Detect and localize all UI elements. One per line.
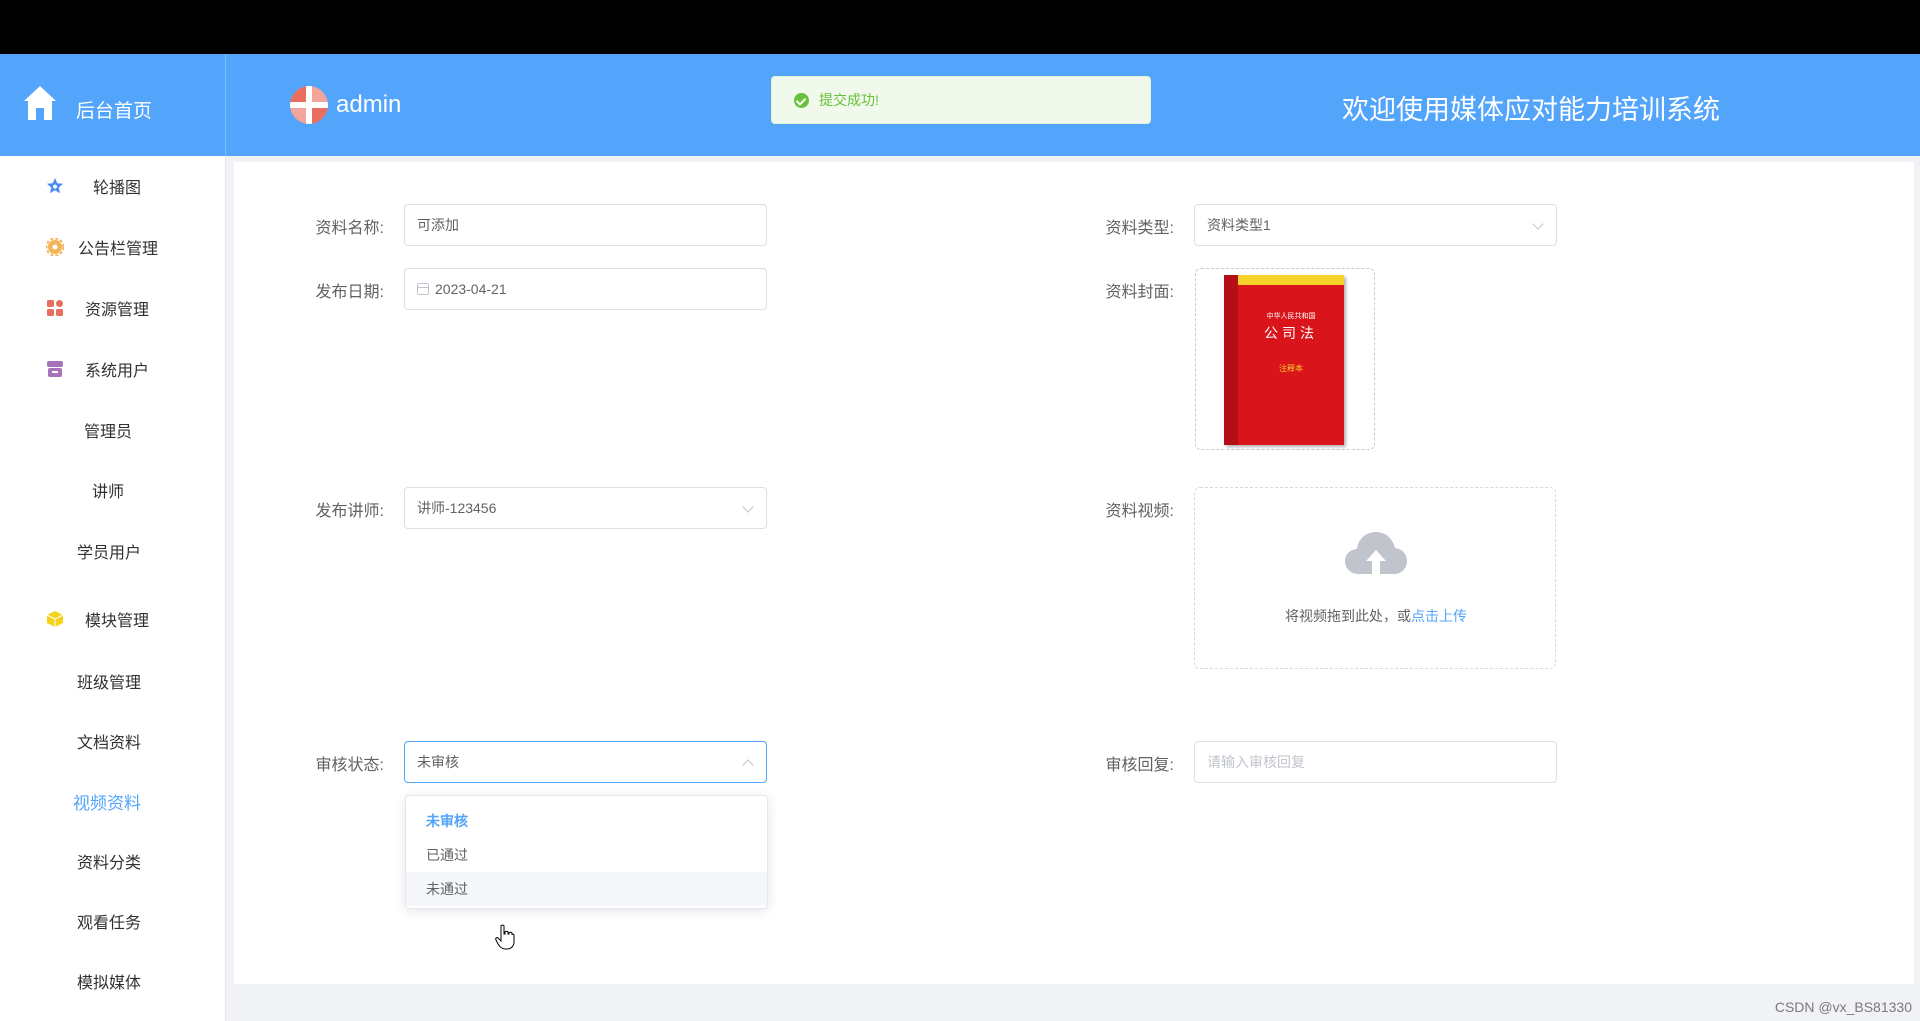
brand-label: 后台首页 (76, 101, 153, 122)
app: 后台首页 admin 提交成功! 欢迎使用媒体应对能力培训系统 轮播图 公告栏管… (0, 54, 1920, 1021)
sidebar-item-notice[interactable]: 公告栏管理 (0, 227, 226, 267)
teacher-select[interactable]: 讲师-123456 (404, 487, 767, 529)
cloud-upload-icon (1345, 532, 1407, 574)
video-label: 资料视频: (1105, 503, 1174, 520)
user-name: admin (336, 91, 402, 118)
date-value: 2023-04-21 (435, 281, 507, 297)
home-icon (24, 86, 56, 120)
sidebar-item-teacher[interactable]: 讲师 (0, 470, 226, 510)
sidebar-item-label: 管理员 (84, 424, 133, 441)
reply-input[interactable]: 请输入审核回复 (1194, 741, 1557, 783)
sidebar: 轮播图 公告栏管理 资源管理 系统用户 管理员 讲师 学员用户 模块管理 班级管… (0, 156, 226, 1021)
chevron-down-icon (1532, 218, 1544, 230)
type-select[interactable]: 资料类型1 (1194, 204, 1557, 246)
reply-placeholder: 请输入审核回复 (1207, 754, 1305, 770)
sidebar-item-label: 视频资料 (73, 793, 141, 813)
brand-home-link[interactable]: 后台首页 (0, 54, 226, 156)
status-option[interactable]: 已通过 (406, 838, 767, 872)
sidebar-item-label: 资源管理 (85, 302, 150, 319)
black-bar (0, 0, 1920, 54)
sidebar-item-media[interactable]: 模拟媒体 (0, 961, 226, 1001)
teacher-value: 讲师-123456 (417, 500, 497, 516)
name-input[interactable]: 可添加 (404, 204, 767, 246)
calendar-icon (417, 283, 429, 295)
status-value: 未审核 (417, 754, 459, 770)
user-menu[interactable]: admin (290, 84, 401, 126)
sidebar-item-label: 公告栏管理 (78, 241, 159, 258)
status-option[interactable]: 未审核 (406, 804, 767, 838)
sidebar-item-label: 学员用户 (77, 545, 142, 562)
avatar (290, 86, 328, 124)
sidebar-item-system-users[interactable]: 系统用户 (0, 349, 226, 389)
toast-text: 提交成功! (819, 92, 879, 108)
cover-uploader[interactable]: 中华人民共和国 公司法 注释本 (1195, 268, 1375, 450)
sidebar-item-classes[interactable]: 班级管理 (0, 661, 226, 701)
watermark: CSDN @vx_BS81330 (1774, 999, 1912, 1015)
name-label: 资料名称: (315, 220, 384, 237)
check-icon (794, 92, 809, 108)
sidebar-item-resources[interactable]: 资源管理 (0, 288, 226, 328)
sidebar-item-label: 讲师 (92, 484, 125, 501)
date-label: 发布日期: (315, 284, 384, 301)
status-dropdown: 未审核 已通过 未通过 (405, 795, 768, 909)
star-icon (47, 178, 63, 194)
date-picker[interactable]: 2023-04-21 (404, 268, 767, 310)
book-title: 公司法 (1264, 325, 1318, 341)
upload-hint-text: 将视频拖到此处，或 (1285, 608, 1411, 624)
book-top-text: 中华人民共和国 (1266, 313, 1316, 320)
sidebar-item-documents[interactable]: 文档资料 (0, 721, 226, 761)
cover-image: 中华人民共和国 公司法 注释本 (1224, 275, 1344, 445)
status-option[interactable]: 未通过 (406, 872, 767, 906)
sidebar-item-categories[interactable]: 资料分类 (0, 841, 226, 881)
chevron-down-icon (742, 501, 754, 513)
sidebar-item-students[interactable]: 学员用户 (0, 531, 226, 571)
sidebar-item-label: 班级管理 (77, 675, 142, 692)
sidebar-item-label: 系统用户 (85, 363, 150, 380)
upload-hint: 将视频拖到此处，或点击上传 (1195, 606, 1557, 626)
book-subtitle: 注释本 (1279, 364, 1303, 373)
sidebar-item-admin[interactable]: 管理员 (0, 410, 226, 450)
header: 后台首页 admin 提交成功! 欢迎使用媒体应对能力培训系统 (0, 54, 1920, 156)
main-form-panel: 资料名称: 可添加 资料类型: 资料类型1 发布日期: 2023-04-21 资… (234, 162, 1914, 984)
success-toast: 提交成功! (771, 76, 1151, 124)
sidebar-item-carousel[interactable]: 轮播图 (0, 166, 226, 206)
status-select[interactable]: 未审核 (404, 741, 767, 783)
box-icon (47, 361, 63, 377)
cover-label: 资料封面: (1105, 284, 1174, 301)
sidebar-item-label: 文档资料 (77, 735, 142, 752)
sidebar-item-tasks[interactable]: 观看任务 (0, 901, 226, 941)
upload-link[interactable]: 点击上传 (1411, 608, 1467, 624)
sidebar-item-label: 观看任务 (77, 915, 142, 932)
sidebar-item-videos[interactable]: 视频资料 (0, 781, 226, 821)
teacher-label: 发布讲师: (315, 503, 384, 520)
type-label: 资料类型: (1105, 220, 1174, 237)
cube-icon (46, 611, 64, 627)
gear-icon (46, 238, 64, 256)
sidebar-item-label: 轮播图 (93, 180, 142, 197)
sidebar-item-label: 模拟媒体 (77, 975, 142, 992)
name-value: 可添加 (417, 217, 459, 233)
status-label: 审核状态: (315, 757, 384, 774)
video-dropzone[interactable]: 将视频拖到此处，或点击上传 (1194, 487, 1556, 669)
system-title: 欢迎使用媒体应对能力培训系统 (1342, 95, 1720, 125)
type-value: 资料类型1 (1207, 217, 1271, 233)
sidebar-item-label: 模块管理 (85, 613, 150, 630)
grid-icon (47, 300, 63, 316)
sidebar-item-modules[interactable]: 模块管理 (0, 599, 226, 639)
hand-cursor-icon (495, 924, 515, 950)
sidebar-item-label: 资料分类 (77, 855, 142, 872)
chevron-up-icon (742, 759, 754, 771)
reply-label: 审核回复: (1105, 757, 1174, 774)
